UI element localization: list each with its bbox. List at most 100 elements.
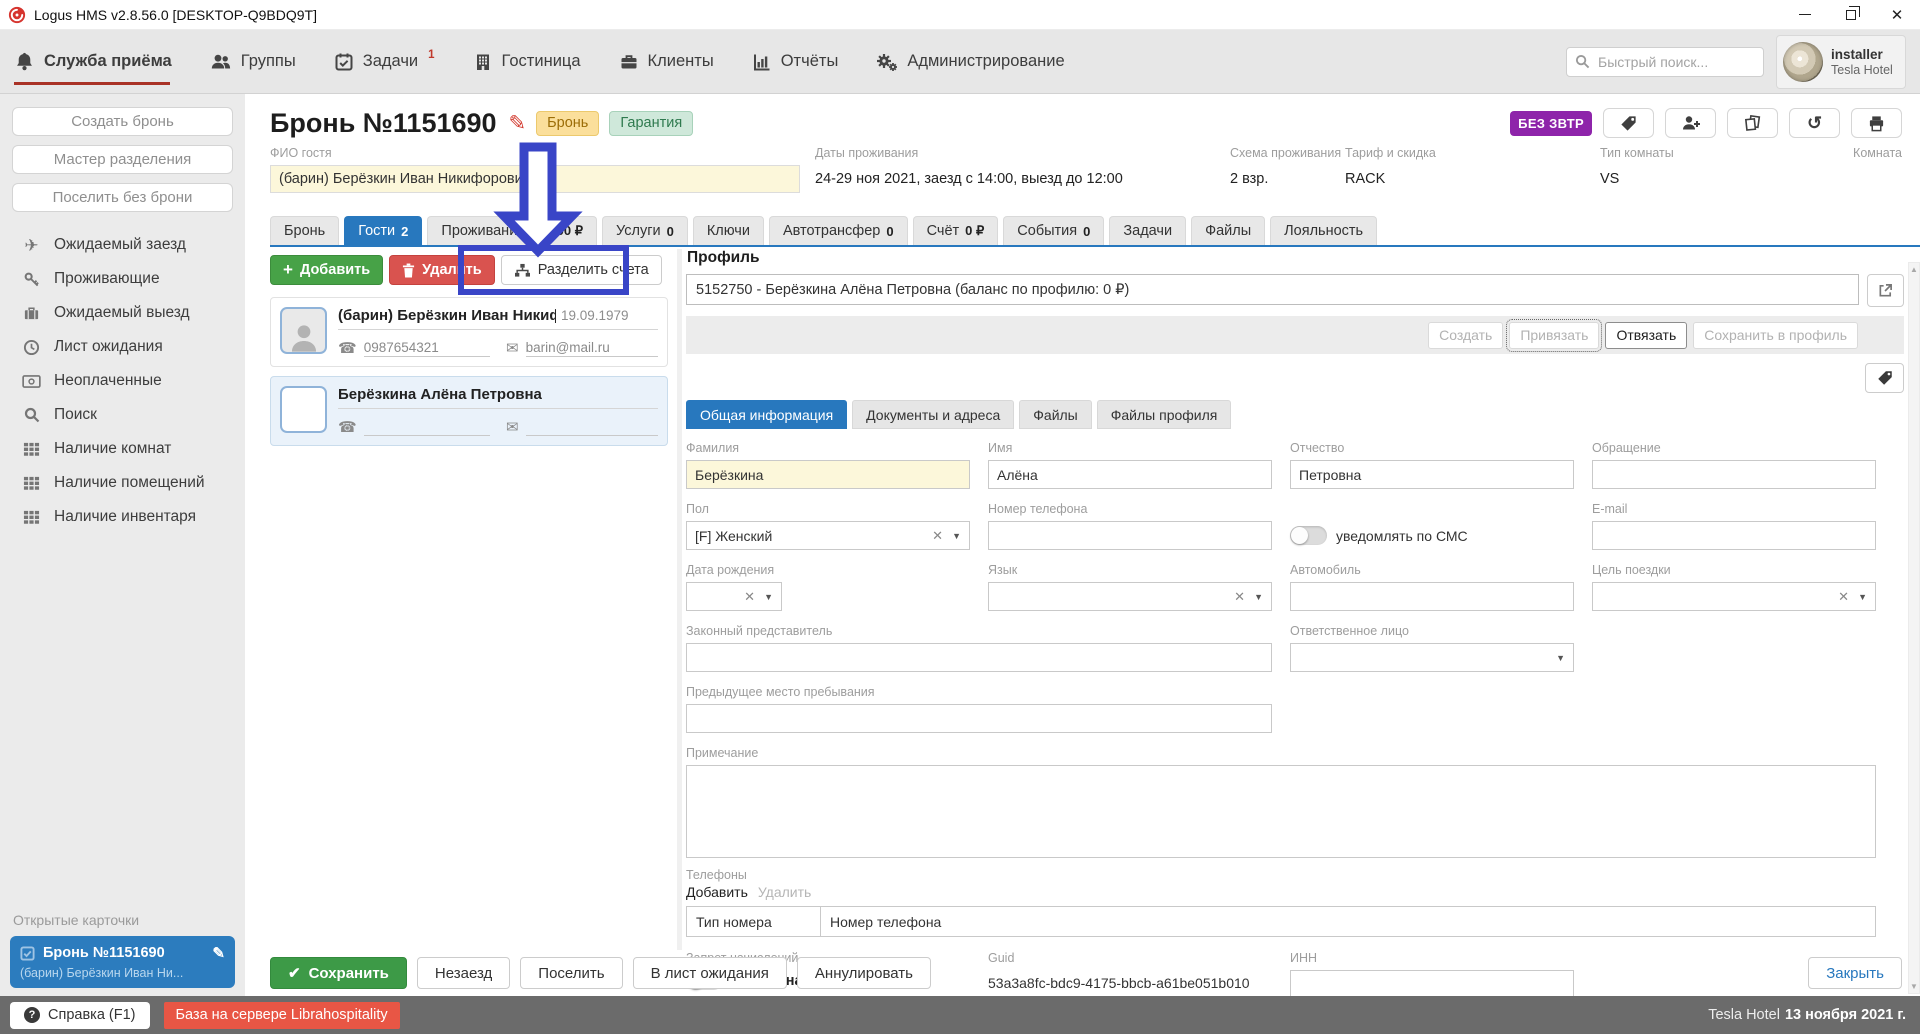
sidebar-item-expected-departure[interactable]: Ожидаемый выезд — [0, 296, 245, 330]
tab-booking[interactable]: Бронь — [270, 216, 339, 245]
clear-icon[interactable]: ✕ — [744, 589, 755, 605]
to-waitlist-button[interactable]: В лист ожидания — [633, 957, 787, 989]
quick-search-box[interactable] — [1566, 47, 1764, 77]
panel-splitter[interactable] — [677, 249, 682, 950]
profile-input[interactable]: 5152750 - Берёзкина Алёна Петровна (бала… — [686, 274, 1859, 305]
language-select[interactable]: ✕▼ — [988, 582, 1272, 611]
nav-clients[interactable]: Клиенты — [619, 30, 714, 93]
last-name-field[interactable]: Берёзкина — [686, 460, 970, 489]
history-button[interactable]: ↺ — [1789, 108, 1840, 138]
scroll-down-icon[interactable]: ▼ — [1910, 982, 1918, 991]
save-button[interactable]: ✔Сохранить — [270, 957, 407, 989]
close-button[interactable]: ✕ — [1874, 0, 1920, 29]
nav-hotel[interactable]: Гостиница — [473, 30, 581, 93]
profile-tab-profile-files[interactable]: Файлы профиля — [1097, 400, 1232, 429]
split-wizard-button[interactable]: Мастер разделения — [12, 145, 233, 174]
profile-create-button[interactable]: Создать — [1428, 322, 1503, 349]
sidebar-item-in-house[interactable]: Проживающие — [0, 262, 245, 296]
help-button[interactable]: ? Справка (F1) — [10, 1002, 150, 1029]
note-textarea[interactable] — [686, 765, 1876, 858]
profile-link-button[interactable]: Привязать — [1509, 322, 1599, 349]
check-in-button[interactable]: Поселить — [520, 957, 622, 989]
nav-administration[interactable]: Администрирование — [876, 30, 1064, 93]
profile-tab-files[interactable]: Файлы — [1019, 400, 1091, 429]
tab-files[interactable]: Файлы — [1191, 216, 1265, 245]
open-profile-button[interactable] — [1867, 274, 1904, 307]
guest-phone[interactable]: 0987654321 — [364, 340, 490, 357]
legal-rep-field[interactable] — [686, 643, 1272, 672]
phone-number-field[interactable] — [988, 521, 1272, 550]
profile-tab-general[interactable]: Общая информация — [686, 400, 847, 429]
quick-search-input[interactable] — [1596, 53, 1755, 71]
sms-toggle[interactable] — [1290, 526, 1327, 545]
birth-date-select[interactable]: ✕▼ — [686, 582, 782, 611]
tab-tasks[interactable]: Задачи — [1109, 216, 1186, 245]
phones-delete-link[interactable]: Удалить — [758, 884, 811, 900]
profile-tab-documents[interactable]: Документы и адреса — [852, 400, 1014, 429]
clear-icon[interactable]: ✕ — [932, 528, 943, 544]
gender-select[interactable]: [F] Женский✕▼ — [686, 521, 970, 550]
phones-add-link[interactable]: Добавить — [686, 884, 748, 900]
sidebar-item-waitlist[interactable]: Лист ожидания — [0, 330, 245, 364]
clear-icon[interactable]: ✕ — [1838, 589, 1849, 605]
copy-button[interactable] — [1727, 108, 1778, 138]
tab-keys[interactable]: Ключи — [693, 216, 764, 245]
responsible-select[interactable]: ▼ — [1290, 643, 1574, 672]
edit-pencil-icon[interactable]: ✎ — [509, 111, 527, 136]
restore-button[interactable] — [1828, 0, 1874, 29]
pencil-icon[interactable]: ✎ — [212, 944, 225, 962]
close-card-button[interactable]: Закрыть — [1808, 957, 1902, 989]
sidebar-item-space-availability[interactable]: Наличие помещений — [0, 466, 245, 500]
email-field[interactable] — [1592, 521, 1876, 550]
first-name-field[interactable]: Алёна — [988, 460, 1272, 489]
split-bills-button[interactable]: Разделить счета — [501, 255, 662, 285]
sidebar-item-search[interactable]: Поиск — [0, 398, 245, 432]
no-show-button[interactable]: Незаезд — [417, 957, 510, 989]
sidebar-item-unpaid[interactable]: Неоплаченные — [0, 364, 245, 398]
nav-reports[interactable]: Отчёты — [752, 30, 839, 93]
tags-button[interactable] — [1603, 108, 1654, 138]
guest-name-input[interactable]: (барин) Берёзкин Иван Никифорович — [270, 165, 800, 193]
guest-email[interactable] — [526, 419, 658, 436]
car-field[interactable] — [1290, 582, 1574, 611]
profile-tags-button[interactable] — [1865, 363, 1904, 393]
nav-groups[interactable]: Группы — [210, 30, 296, 93]
annul-button[interactable]: Аннулировать — [797, 957, 931, 989]
profile-unlink-button[interactable]: Отвязать — [1605, 322, 1687, 349]
nav-front-desk[interactable]: Служба приёма — [14, 30, 172, 93]
user-menu[interactable]: installer Tesla Hotel — [1776, 35, 1906, 89]
guest-card-1[interactable]: (барин) Берёзкин Иван Никифорович 19.09.… — [270, 297, 668, 367]
guest-email[interactable]: barin@mail.ru — [526, 340, 658, 357]
tab-transfer[interactable]: Автотрансфер0 — [769, 216, 908, 245]
profile-save-button[interactable]: Сохранить в профиль — [1693, 322, 1858, 349]
salutation-field[interactable] — [1592, 460, 1876, 489]
form-scrollbar[interactable]: ▲ ▼ — [1908, 262, 1920, 994]
sidebar-item-inventory-availability[interactable]: Наличие инвентаря — [0, 500, 245, 534]
minimize-button[interactable] — [1782, 0, 1828, 29]
sidebar-item-expected-arrival[interactable]: ✈ Ожидаемый заезд — [0, 228, 245, 262]
sidebar-item-room-availability[interactable]: Наличие комнат — [0, 432, 245, 466]
phones-table[interactable]: Тип номера Номер телефона — [686, 906, 1876, 937]
checkin-without-booking-button[interactable]: Поселить без брони — [12, 183, 233, 212]
open-card-booking[interactable]: Бронь №1151690 ✎ (барин) Берёзкин Иван Н… — [10, 936, 235, 988]
tab-services[interactable]: Услуги0 — [602, 216, 688, 245]
add-guest-row-button[interactable]: +Добавить — [270, 255, 383, 285]
scroll-up-icon[interactable]: ▲ — [1910, 265, 1918, 274]
tab-guests[interactable]: Гости2 — [344, 216, 422, 245]
tab-stay[interactable]: Проживание57 200 ₽ — [427, 216, 597, 245]
trip-purpose-select[interactable]: ✕▼ — [1592, 582, 1876, 611]
guest-phone[interactable] — [364, 419, 490, 436]
delete-guest-row-button[interactable]: Удалить — [389, 255, 495, 285]
nav-tasks[interactable]: Задачи1 — [334, 30, 435, 93]
clear-icon[interactable]: ✕ — [1234, 589, 1245, 605]
guest-card-2[interactable]: Берёзкина Алёна Петровна ☎ ✉ — [270, 376, 668, 446]
database-status-badge: База на сервере Librahospitality — [164, 1002, 400, 1029]
create-booking-button[interactable]: Создать бронь — [12, 107, 233, 136]
tab-events[interactable]: События0 — [1003, 216, 1104, 245]
add-guest-button[interactable] — [1665, 108, 1716, 138]
print-button[interactable] — [1851, 108, 1902, 138]
middle-name-field[interactable]: Петровна — [1290, 460, 1574, 489]
tab-folio[interactable]: Счёт0 ₽ — [913, 216, 999, 245]
tab-loyalty[interactable]: Лояльность — [1270, 216, 1377, 245]
previous-place-field[interactable] — [686, 704, 1272, 733]
